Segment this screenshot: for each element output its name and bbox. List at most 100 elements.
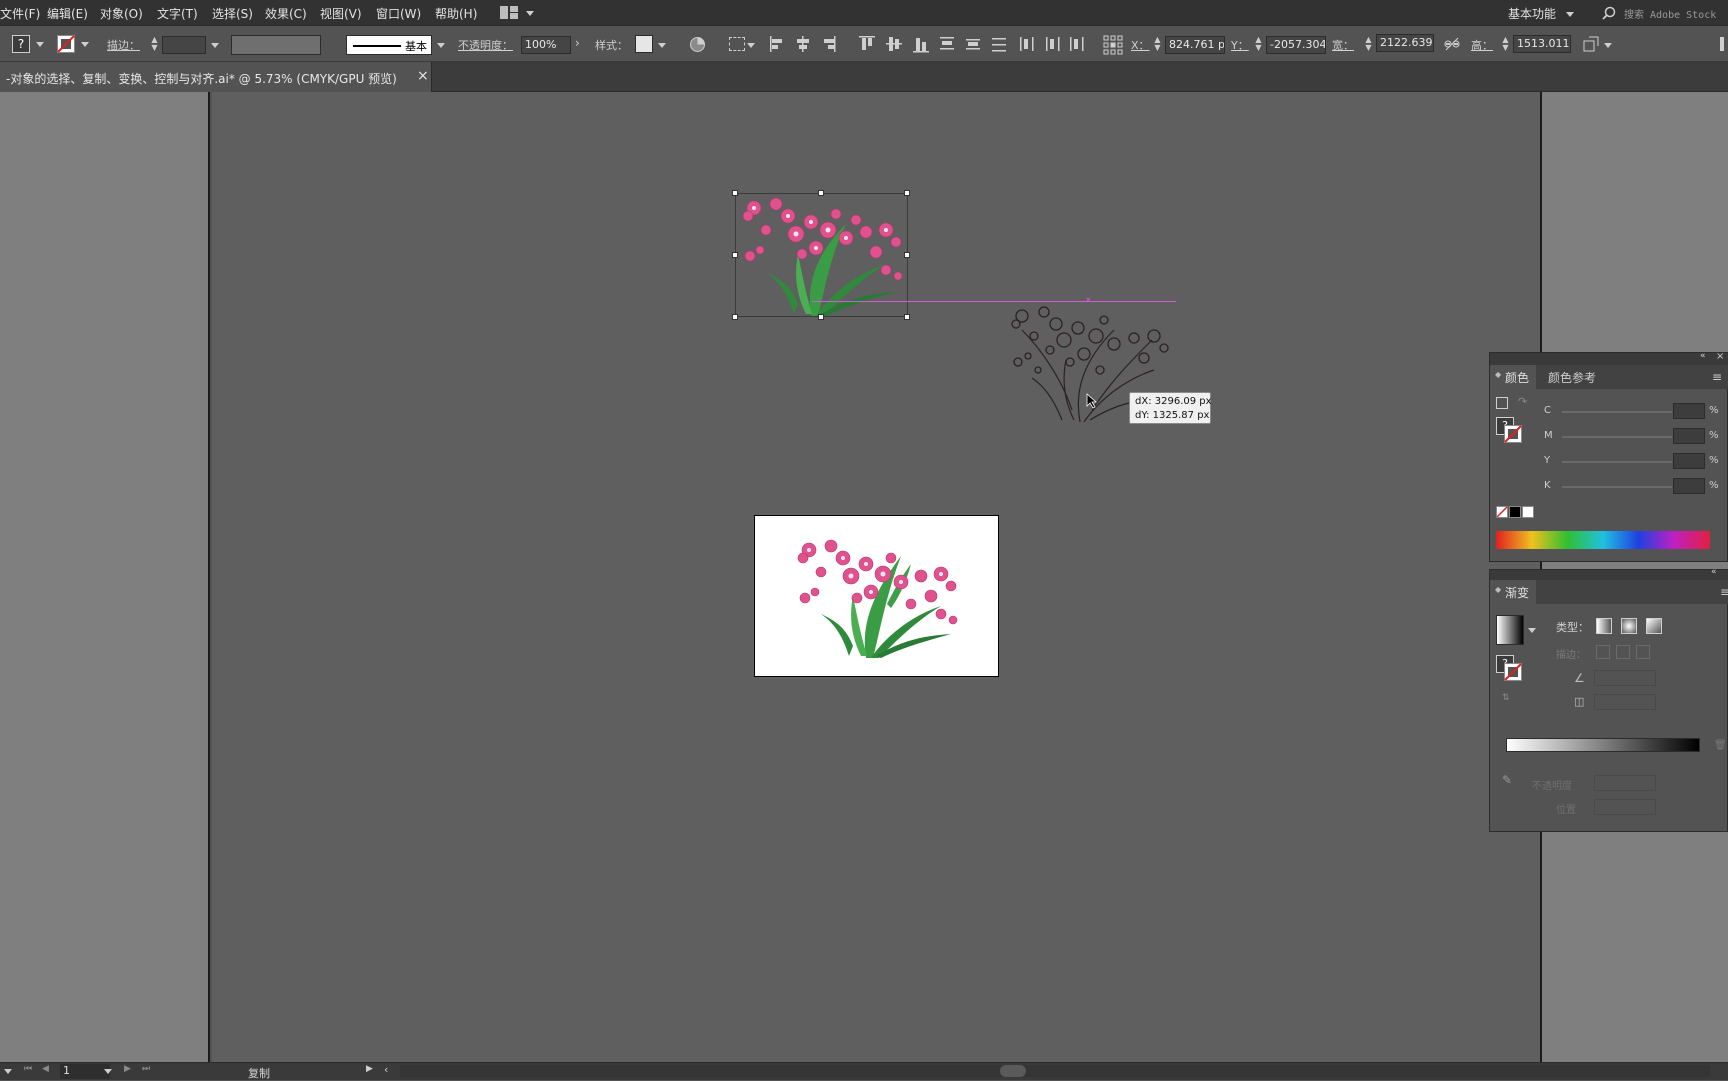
variable-width-profile[interactable] (231, 35, 321, 55)
delete-stop-icon[interactable]: 🗑 (1714, 740, 1727, 751)
brush-definition[interactable]: 基本 (346, 35, 432, 55)
resize-handle[interactable] (904, 314, 910, 320)
aspect-ratio-input[interactable] (1594, 694, 1656, 710)
resize-handle[interactable] (818, 190, 824, 196)
width-input[interactable]: 2122.639 (1376, 34, 1434, 52)
menu-type[interactable]: 文字(T) (157, 5, 198, 22)
prev-artboard-icon[interactable]: ◀ (42, 1064, 49, 1074)
menu-object[interactable]: 对象(O) (100, 5, 143, 22)
chevron-down-icon[interactable] (747, 43, 755, 48)
artboard-number-input[interactable]: 1 (60, 1064, 110, 1079)
channel-m-slider[interactable] (1562, 436, 1672, 438)
white-swatch[interactable] (1522, 506, 1534, 518)
status-menu-icon[interactable]: ▶ (366, 1064, 373, 1074)
collapse-icon[interactable]: « (1700, 351, 1706, 361)
workspace-switcher[interactable]: 基本功能 (1508, 5, 1556, 22)
graphic-style-swatch[interactable] (635, 35, 653, 53)
menu-edit[interactable]: 编辑(E) (47, 5, 88, 22)
resize-handle[interactable] (818, 314, 824, 320)
radial-gradient-button[interactable] (1621, 618, 1637, 634)
chevron-down-icon[interactable] (1604, 43, 1612, 48)
document-tab[interactable]: -对象的选择、复制、变换、控制与对齐.ai* @ 5.73% (CMYK/GPU… (0, 62, 432, 92)
panel-header-bar[interactable]: « × (1490, 351, 1728, 365)
horizontal-scrollbar[interactable] (400, 1065, 1710, 1077)
width-stepper[interactable]: ▲ ▼ (1364, 36, 1373, 52)
chevron-down-icon[interactable] (1528, 628, 1536, 633)
fill-swatch[interactable]: ? (12, 35, 30, 53)
stroke-gradient-option[interactable] (1596, 645, 1610, 659)
stroke-none-swatch[interactable] (57, 35, 75, 53)
gradient-thumbnail[interactable] (1496, 615, 1524, 645)
stroke-gradient-option[interactable] (1636, 645, 1650, 659)
y-stepper[interactable]: ▲ ▼ (1254, 36, 1263, 52)
stroke-none-swatch[interactable] (1504, 425, 1522, 443)
chevron-down-icon[interactable] (211, 43, 219, 48)
panel-header-bar[interactable]: « (1490, 567, 1728, 580)
menu-view[interactable]: 视图(V) (320, 5, 362, 22)
y-input[interactable]: -2057.304 (1266, 36, 1326, 54)
tab-color[interactable]: ◆ 颜色 (1490, 365, 1536, 389)
channel-m-input[interactable] (1673, 428, 1705, 444)
menu-help[interactable]: 帮助(H) (435, 5, 477, 22)
stroke-none-swatch[interactable] (1504, 663, 1522, 681)
stroke-gradient-option[interactable] (1616, 645, 1630, 659)
linear-gradient-button[interactable] (1596, 618, 1612, 634)
menu-effect[interactable]: 效果(C) (265, 5, 307, 22)
constrain-proportions-icon[interactable] (1444, 37, 1460, 54)
close-icon[interactable]: × (1716, 351, 1724, 362)
next-artboard-icon[interactable]: ▶ (124, 1064, 131, 1074)
channel-c-slider[interactable] (1562, 411, 1672, 413)
last-artboard-icon[interactable]: ⏭ (142, 1064, 150, 1074)
tab-gradient[interactable]: ◆ 渐变 (1490, 580, 1536, 604)
channel-c-input[interactable] (1673, 403, 1705, 419)
workspace-layout-icon[interactable] (500, 6, 518, 19)
swap-colors-icon[interactable]: ↷ (1518, 395, 1527, 408)
angle-input[interactable] (1594, 670, 1656, 686)
chevron-down-icon[interactable] (81, 42, 89, 47)
resize-handle[interactable] (732, 252, 738, 258)
channel-k-slider[interactable] (1562, 486, 1672, 488)
resize-handle[interactable] (904, 252, 910, 258)
channel-k-input[interactable] (1673, 478, 1705, 494)
stroke-label[interactable]: 描边： (107, 37, 140, 53)
eyedropper-icon[interactable]: ✎ (1502, 773, 1512, 787)
artboard[interactable] (754, 515, 999, 677)
scroll-left-icon[interactable]: ‹ (384, 1063, 388, 1076)
chevron-down-icon[interactable] (526, 11, 534, 16)
default-colors-icon[interactable] (1496, 397, 1508, 409)
opacity-input[interactable]: 100% (521, 36, 571, 54)
swap-fill-stroke-icon[interactable]: ⇅ (1502, 693, 1510, 703)
chevron-down-icon[interactable] (658, 43, 666, 48)
height-input[interactable]: 1513.011 (1513, 35, 1571, 53)
scrollbar-thumb[interactable] (1000, 1065, 1026, 1077)
close-icon[interactable]: × (417, 68, 429, 84)
panel-grip-icon[interactable] (1720, 37, 1724, 51)
chevron-down-icon[interactable] (4, 1069, 12, 1074)
opacity-label[interactable]: 不透明度： (458, 37, 513, 53)
tab-color-guide[interactable]: 颜色参考 (1548, 369, 1596, 386)
collapse-icon[interactable]: « (1711, 567, 1717, 577)
none-swatch[interactable] (1496, 506, 1508, 518)
gradient-slider[interactable] (1506, 738, 1700, 752)
canvas[interactable]: × dX: 3296.09 px dY: 1325.87 px (0, 92, 1728, 1062)
resize-handle[interactable] (732, 190, 738, 196)
chevron-down-icon[interactable] (104, 1069, 112, 1074)
resize-handle[interactable] (904, 190, 910, 196)
x-stepper[interactable]: ▲ ▼ (1153, 36, 1162, 52)
height-stepper[interactable]: ▲ ▼ (1501, 36, 1510, 52)
chevron-right-icon[interactable]: › (575, 36, 580, 50)
color-spectrum[interactable] (1496, 531, 1710, 549)
stock-search-input[interactable]: 搜索 Adobe Stock (1624, 6, 1716, 21)
artboard-flower-artwork[interactable] (787, 534, 967, 660)
first-artboard-icon[interactable]: ⏮ (24, 1064, 32, 1074)
transform-icon[interactable] (1583, 36, 1599, 55)
align-icons-group[interactable] (768, 35, 1088, 53)
recolor-artwork-icon[interactable] (689, 36, 706, 56)
black-swatch[interactable] (1509, 506, 1521, 518)
menu-file[interactable]: 文件(F) (0, 5, 40, 22)
stroke-weight-input[interactable] (162, 36, 206, 54)
align-to-icon[interactable] (729, 37, 745, 51)
menu-window[interactable]: 窗口(W) (376, 5, 421, 22)
chevron-down-icon[interactable] (36, 42, 44, 47)
panel-menu-icon[interactable]: ≡ (1712, 370, 1722, 384)
